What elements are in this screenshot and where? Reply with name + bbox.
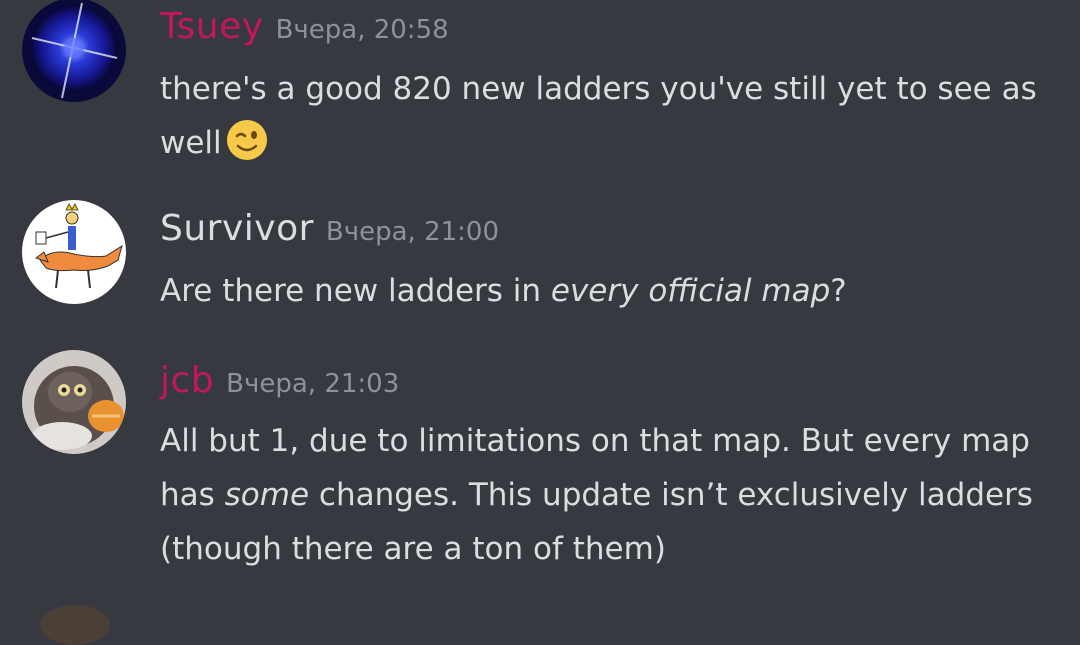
timestamp[interactable]: Вчера, 21:03 [226, 369, 399, 399]
chat-message-list: Tsuey Вчера, 20:58 there's a good 820 new… [0, 0, 1080, 645]
message-text: has [160, 477, 225, 513]
message-header: jcb Вчера, 21:03 [160, 360, 399, 401]
message-text-italic: every official map [550, 273, 831, 309]
message-line: All but 1, due to limitations on that ma… [160, 423, 1030, 459]
message-line: (though there are a ton of them) [160, 531, 666, 567]
message-line: well [160, 125, 222, 161]
message-header: Survivor Вчера, 21:00 [160, 208, 499, 249]
avatar[interactable] [40, 605, 110, 645]
message-line-with-emoji: well [160, 116, 1060, 170]
timestamp[interactable]: Вчера, 20:58 [276, 15, 449, 45]
username[interactable]: jcb [160, 360, 214, 401]
username[interactable]: Survivor [160, 208, 314, 249]
avatar[interactable] [22, 350, 126, 454]
message-header: Tsuey Вчера, 20:58 [160, 6, 449, 47]
winking-face-icon[interactable] [226, 119, 268, 161]
avatar[interactable] [22, 200, 126, 304]
message-line: there's a good 820 new ladders you've st… [160, 71, 1037, 107]
message-content: Are there new ladders in every official … [160, 264, 1060, 318]
message-text: ? [830, 273, 847, 309]
message-content: All but 1, due to limitations on that ma… [160, 414, 1060, 576]
message-line: has some changes. This update isn’t excl… [160, 468, 1060, 522]
message-text: changes. This update isn’t exclusively l… [309, 477, 1033, 513]
avatar[interactable] [22, 0, 126, 102]
message-text: Are there new ladders in [160, 273, 551, 309]
username[interactable]: Tsuey [160, 6, 264, 47]
timestamp[interactable]: Вчера, 21:00 [326, 217, 499, 247]
message-text-italic: some [224, 477, 310, 513]
message-content: there's a good 820 new ladders you've st… [160, 62, 1060, 170]
